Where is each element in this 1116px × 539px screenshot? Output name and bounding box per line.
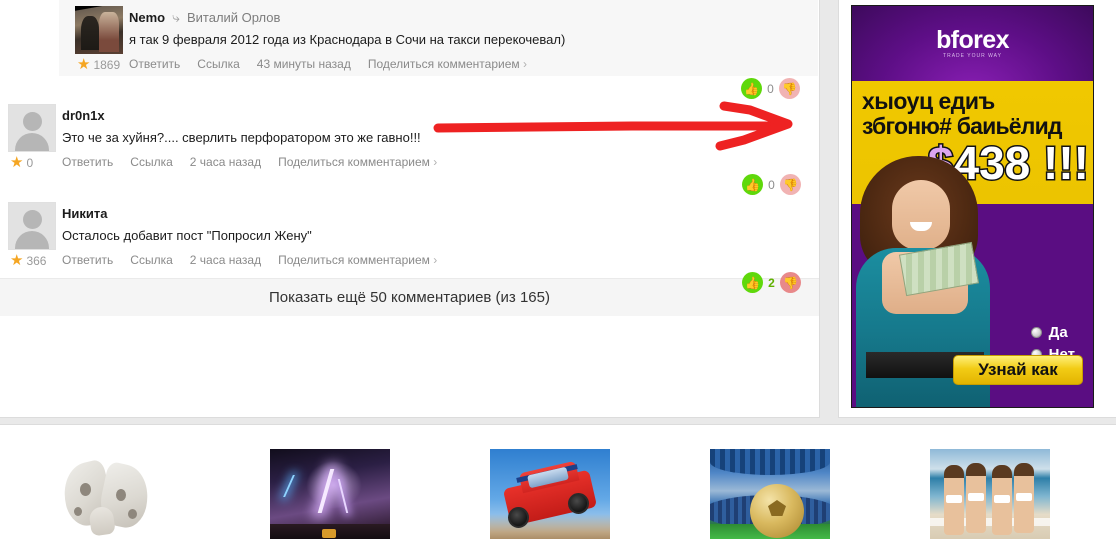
ad-cta-button[interactable]: Узнай как [953, 355, 1083, 385]
thumbs-down-icon[interactable]: 👎 [780, 272, 801, 293]
thumbnail-cell [220, 449, 440, 539]
comment-body: Nemo ⤷ Виталий Орлов я так 9 февраля 201… [129, 6, 818, 72]
author-line: dr0n1x [62, 106, 809, 124]
avatar-column: ★ 366 [0, 202, 62, 268]
avatar-column: ★ 1869 [67, 6, 129, 72]
share-comment-link[interactable]: Поделиться комментарием [368, 57, 527, 71]
comment-item: ★ 1869 Nemo ⤷ Виталий Орлов я так 9 февр… [59, 0, 818, 99]
reply-target-author[interactable]: Виталий Орлов [187, 10, 280, 25]
reply-arrow-icon: ⤷ [172, 9, 180, 25]
comment-text: Осталось добавит пост "Попросил Жену" [62, 228, 312, 243]
reply-link[interactable]: Ответить [129, 57, 180, 71]
user-rating: ★ 1869 [75, 57, 120, 72]
vote-count: 0 [767, 81, 774, 96]
rating-count: 366 [26, 253, 47, 268]
comment-timestamp: 2 часа назад [189, 253, 262, 267]
star-icon: ★ [10, 252, 24, 269]
bforex-ad-banner[interactable]: bforex TRADE YOUR WAY хыоуц едиъ збгоню#… [851, 5, 1094, 408]
star-icon: ★ [10, 154, 24, 171]
share-comment-link[interactable]: Поделиться комментарием [278, 155, 437, 169]
star-icon: ★ [77, 56, 91, 73]
thumbnail-cell [880, 449, 1100, 539]
thumbnail-cell [660, 449, 880, 539]
comment-author[interactable]: dr0n1x [62, 108, 105, 123]
avatar[interactable] [8, 104, 56, 152]
show-more-comments-button[interactable]: Показать ещё 50 комментариев (из 165) [0, 278, 819, 316]
vote-widget: 👍 0 👎 [742, 174, 801, 195]
thumbnail-cell [440, 449, 660, 539]
lightning-storm-thumbnail[interactable] [270, 449, 390, 539]
rating-count: 0 [26, 155, 34, 170]
bforex-logo: bforex TRADE YOUR WAY [936, 26, 1009, 60]
user-rating: ★ 366 [8, 253, 46, 268]
comment-actions: Ответить Ссылка 2 часа назад Поделиться … [62, 253, 809, 267]
vote-count: 2 [768, 275, 775, 290]
comment-body: Никита Осталось добавит пост "Попросил Ж… [62, 202, 819, 268]
rating-count: 1869 [93, 57, 121, 72]
comments-panel: ★ 1869 Nemo ⤷ Виталий Орлов я так 9 февр… [0, 0, 820, 418]
reply-link[interactable]: Ответить [62, 155, 113, 169]
share-comment-link[interactable]: Поделиться комментарием [278, 253, 437, 267]
thumbnail-cell [0, 449, 220, 539]
ad-logo-tagline: TRADE YOUR WAY [943, 53, 1002, 59]
vote-widget: 👍 2 👎 [742, 272, 801, 293]
reply-link[interactable]: Ответить [62, 253, 113, 267]
thumbs-up-icon[interactable]: 👍 [741, 78, 762, 99]
beach-girls-thumbnail[interactable] [930, 449, 1050, 539]
ad-logo-area: bforex TRADE YOUR WAY [852, 6, 1093, 81]
comment-text: Это че за хуйня?.... сверлить перфоратор… [62, 130, 421, 145]
ad-headline-line2: збгоню# баиьёлид [862, 113, 1063, 139]
avatar-column: ★ 0 [0, 104, 62, 170]
thumbnail-row [0, 449, 1116, 539]
comment-actions: Ответить Ссылка 43 минуты назад Поделить… [129, 57, 808, 71]
comment-text: я так 9 февраля 2012 года из Краснодара … [129, 32, 566, 47]
thumbs-up-icon[interactable]: 👍 [742, 272, 763, 293]
radio-button-icon[interactable] [1030, 327, 1042, 338]
comment-item: ★ 0 dr0n1x Это че за хуйня?.... сверлить… [0, 98, 819, 195]
advertisement-panel: bforex TRADE YOUR WAY хыоуц едиъ збгоню#… [838, 0, 1116, 418]
ad-logo-text: bforex [936, 26, 1009, 54]
avatar[interactable] [8, 202, 56, 250]
author-line: Nemo ⤷ Виталий Орлов [129, 8, 808, 26]
comment-item: ★ 366 Никита Осталось добавит пост "Попр… [0, 196, 819, 293]
red-rally-car-thumbnail[interactable] [490, 449, 610, 539]
football-stadium-thumbnail[interactable] [710, 449, 830, 539]
comment-body: dr0n1x Это че за хуйня?.... сверлить пер… [62, 104, 819, 170]
comment-author[interactable]: Nemo [129, 10, 165, 25]
permalink-link[interactable]: Ссылка [130, 253, 172, 267]
permalink-link[interactable]: Ссылка [130, 155, 172, 169]
avatar[interactable] [75, 6, 123, 54]
ad-option-yes[interactable]: Да [1030, 324, 1075, 341]
thumbs-down-icon[interactable]: 👎 [779, 78, 800, 99]
thumbs-down-icon[interactable]: 👎 [780, 174, 801, 195]
thumbs-up-icon[interactable]: 👍 [742, 174, 763, 195]
vote-widget: 👍 0 👎 [741, 78, 800, 99]
moth-thumbnail[interactable] [50, 449, 170, 539]
comment-actions: Ответить Ссылка 2 часа назад Поделиться … [62, 155, 809, 169]
comment-timestamp: 43 минуты назад [256, 57, 351, 71]
ad-option-label: Да [1048, 324, 1068, 341]
user-rating: ★ 0 [8, 155, 33, 170]
permalink-link[interactable]: Ссылка [197, 57, 239, 71]
comment-author[interactable]: Никита [62, 206, 107, 221]
ad-headline-line1: хыоуц едиъ [862, 88, 995, 114]
related-thumbnails-strip [0, 424, 1116, 539]
comment-timestamp: 2 часа назад [189, 155, 262, 169]
vote-count: 0 [768, 177, 775, 192]
page-root: ★ 1869 Nemo ⤷ Виталий Орлов я так 9 февр… [0, 0, 1116, 539]
model-face [892, 180, 950, 250]
author-line: Никита [62, 204, 809, 222]
